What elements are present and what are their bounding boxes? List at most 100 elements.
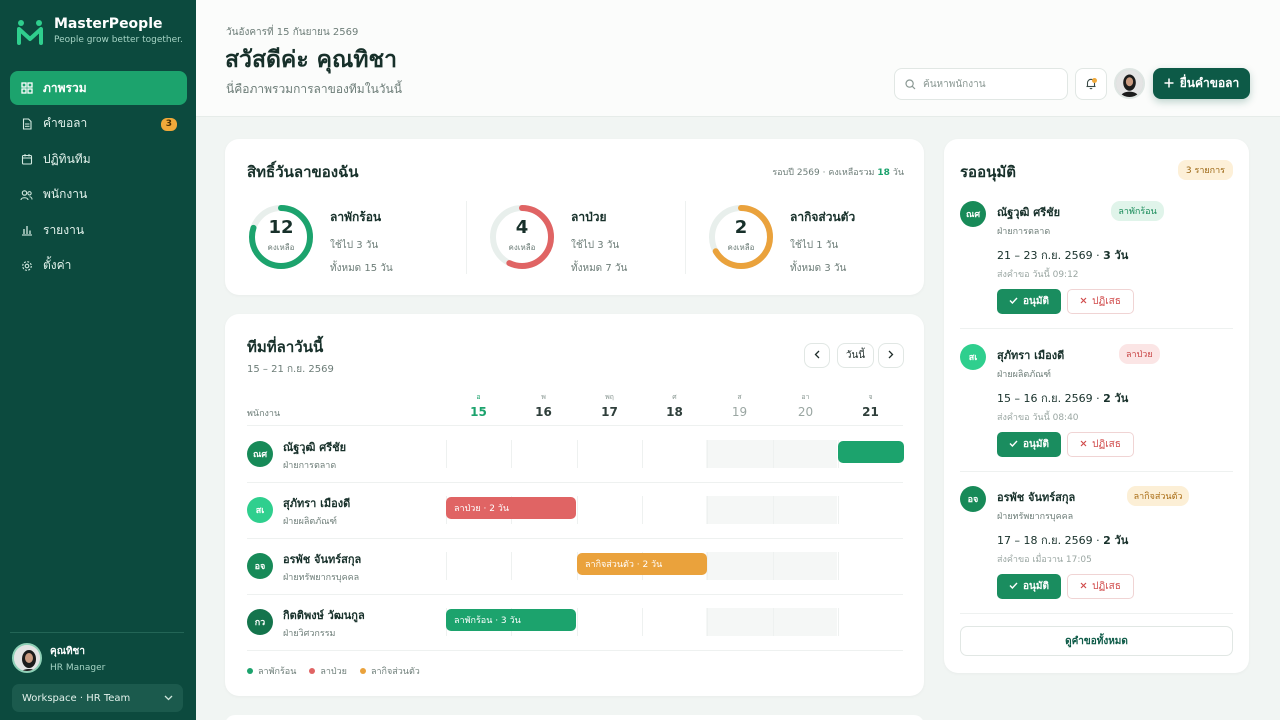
divider (10, 632, 184, 633)
grid-line (511, 552, 512, 580)
day-header: พฤ 17 (577, 392, 642, 419)
weekend-shade (706, 552, 837, 580)
weekday-label: จ (868, 393, 873, 401)
leave-type-badge: ลาพักร้อน (1111, 201, 1164, 221)
gear-icon (20, 259, 33, 272)
legend-label: ลาพักร้อน (258, 667, 297, 677)
reject-button[interactable]: ปฏิเสธ (1067, 574, 1134, 599)
grid-icon (20, 82, 33, 95)
date-range: 17 – 18 ก.ย. 2569 · (997, 534, 1104, 547)
page-title: สวัสดีค่ะ คุณทิชา (225, 47, 398, 73)
check-icon (1009, 296, 1018, 307)
leave-bar[interactable]: ลาป่วย · 2 วัน (446, 497, 576, 519)
request-leave-button[interactable]: ยื่นคำขอลา (1153, 68, 1250, 99)
employee-name: สุภัทรา เมืองดี (283, 497, 351, 510)
remaining-label: คงเหลือ (508, 243, 536, 252)
sidebar-item-reports[interactable]: รายงาน (10, 213, 187, 247)
employee-dept: ฝ่ายวิศวกรรม (283, 629, 336, 639)
weekend-shade (706, 608, 837, 636)
sidebar-item-label: คำขอลา (43, 116, 88, 130)
avatar: ณศ (960, 201, 986, 227)
team-row[interactable]: สเ สุภัทรา เมืองดี ฝ่ายผลิตภัณฑ์ ลาป่วย · 2… (247, 482, 903, 538)
avatar: สเ (247, 497, 273, 523)
remaining-value: 12 (268, 217, 294, 238)
brand-name: MasterPeople (54, 16, 163, 32)
leave-bar[interactable]: ลาพักร้อน · 3 วัน (446, 609, 576, 631)
remaining-value: 2 (734, 217, 748, 238)
day-count: 2 วัน (1103, 534, 1129, 547)
check-icon (1009, 581, 1018, 592)
leave-type: ลากิจส่วนตัว (790, 210, 856, 224)
avatar: อจ (960, 486, 986, 512)
remaining-value: 4 (515, 217, 529, 238)
sidebar-item-team-calendar[interactable]: ปฏิทินทีม (10, 142, 187, 176)
bar-chart-icon (20, 224, 33, 237)
pending-count-badge: 3 รายการ (1177, 160, 1233, 180)
avatar: กว (247, 609, 273, 635)
reject-button[interactable]: ปฏิเสธ (1067, 289, 1134, 314)
today-button[interactable]: วันนี้ (837, 343, 874, 368)
grid-line (773, 608, 774, 636)
used-days: ใช้ไป 3 วัน (571, 240, 620, 251)
reject-label: ปฏิเสธ (1092, 439, 1121, 450)
calendar-icon (20, 153, 33, 166)
divider (960, 328, 1233, 329)
approve-button[interactable]: อนุมัติ (997, 432, 1061, 457)
reject-button[interactable]: ปฏิเสธ (1067, 432, 1134, 457)
grid-line (838, 496, 839, 524)
close-icon (1080, 439, 1087, 450)
approve-button[interactable]: อนุมัติ (997, 289, 1061, 314)
day-count: 3 วัน (1103, 249, 1129, 262)
user-profile[interactable]: คุณทิชา HR Manager (12, 643, 105, 673)
summary-suffix: วัน (892, 168, 904, 178)
leave-bar[interactable] (838, 441, 904, 463)
request-dates: 21 – 23 ก.ย. 2569 · 3 วัน (997, 246, 1128, 264)
sent-time: ส่งคำขอ เมื่อวาน 17:05 (997, 555, 1092, 565)
avatar: ณศ (247, 441, 273, 467)
employee-dept: ฝ่ายทรัพยากรบุคคล (283, 573, 360, 583)
employee-dept: ฝ่ายการตลาด (283, 461, 337, 471)
grid-line (577, 496, 578, 524)
entitlement-vacation: 12 คงเหลือ ลาพักร้อน ใช้ไป 3 วัน ทั้งหมด… (247, 203, 393, 276)
view-all-requests-button[interactable]: ดูคำขอทั้งหมด (960, 626, 1233, 656)
notification-dot (1092, 78, 1097, 83)
grid-line (773, 496, 774, 524)
grid-line (446, 440, 447, 468)
sidebar-item-leave-requests[interactable]: คำขอลา 3 (10, 107, 187, 141)
page-header: วันอังคารที่ 15 กันยายน 2569 สวัสดีค่ะ ค… (196, 0, 1280, 117)
team-row[interactable]: กว กิตติพงษ์ วัฒนกูล ฝ่ายวิศวกรรม ลาพักร้อน… (247, 594, 903, 650)
notification-button[interactable] (1075, 68, 1107, 100)
sidebar-item-overview[interactable]: ภาพรวม (10, 71, 187, 105)
sidebar-item-settings[interactable]: ตั้งค่า (10, 249, 187, 283)
day-header: ส 19 (707, 392, 772, 419)
brand[interactable]: MasterPeople People grow better together… (16, 16, 183, 45)
day-header: พ 16 (511, 392, 576, 419)
close-icon (1080, 581, 1087, 592)
leave-bar[interactable]: ลากิจส่วนตัว · 2 วัน (577, 553, 707, 575)
day-header: จ 21 (838, 392, 903, 419)
requester-name: อรพัช จันทร์สกุล (997, 491, 1076, 504)
next-week-button[interactable] (878, 343, 904, 368)
legend-label: ลาป่วย (320, 667, 347, 677)
sidebar-item-employees[interactable]: พนักงาน (10, 178, 187, 212)
search-box[interactable] (894, 68, 1068, 100)
approve-label: อนุมัติ (1023, 296, 1049, 307)
request-dates: 15 – 16 ก.ย. 2569 · 2 วัน (997, 389, 1128, 407)
day-header: อ 15 (446, 392, 511, 419)
requester-dept: ฝ่ายผลิตภัณฑ์ (997, 370, 1051, 380)
ring-chart: 4 คงเหลือ (488, 203, 556, 271)
team-row[interactable]: ณศ ณัฐวุฒิ ศรีชัย ฝ่ายการตลาด (247, 426, 904, 482)
sidebar-item-label: ปฏิทินทีม (43, 151, 91, 166)
workspace-select[interactable]: Workspace · HR Team (12, 684, 183, 712)
prev-week-button[interactable] (804, 343, 830, 368)
sidebar-item-label: ภาพรวม (43, 80, 87, 95)
card-title: รออนุมัติ (960, 163, 1016, 181)
legend-item: ลากิจส่วนตัว (359, 664, 420, 678)
close-icon (1080, 296, 1087, 307)
team-row[interactable]: อจ อรพัช จันทร์สกุล ฝ่ายทรัพยากรบุคคล ลากิจ… (247, 538, 903, 594)
avatar[interactable] (1114, 68, 1145, 99)
approve-label: อนุมัติ (1023, 581, 1049, 592)
approve-button[interactable]: อนุมัติ (997, 574, 1061, 599)
search-input[interactable] (923, 78, 1053, 90)
grid-line (707, 440, 708, 468)
